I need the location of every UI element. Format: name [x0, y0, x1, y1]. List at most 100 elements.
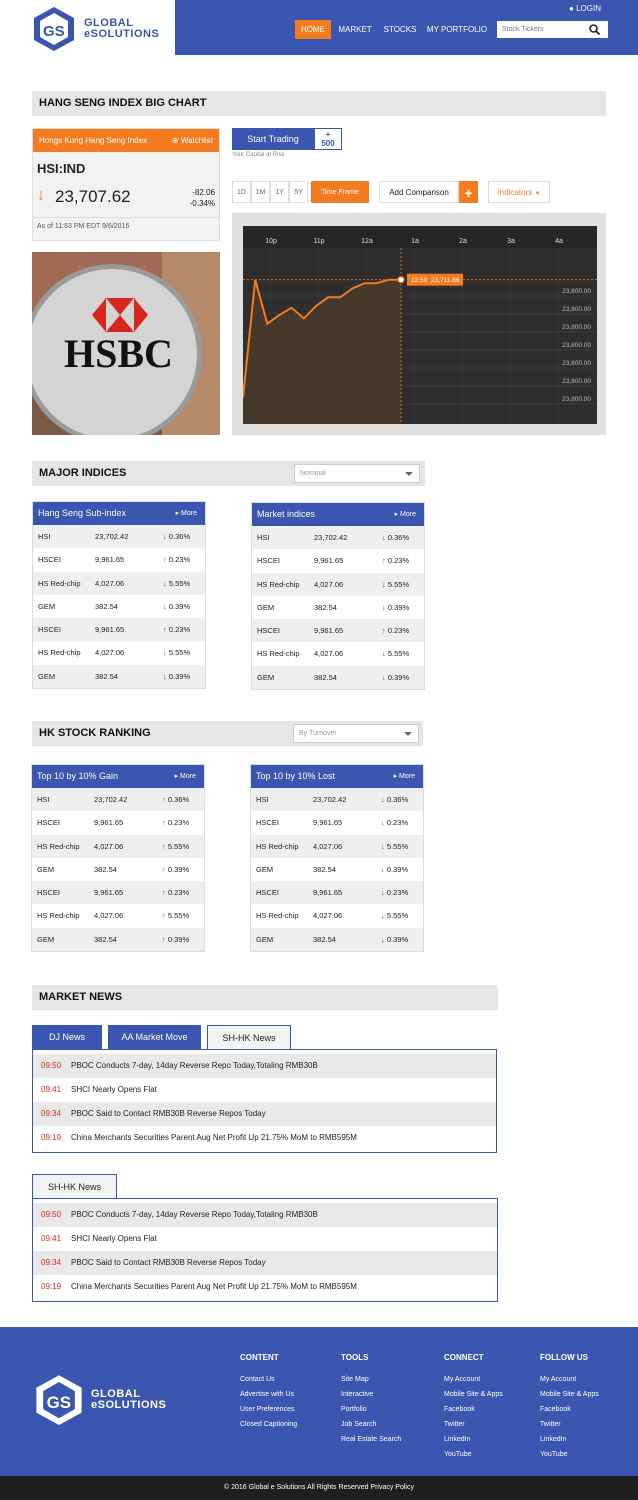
footer-link[interactable]: Job Search: [341, 1417, 401, 1432]
news-headline[interactable]: PBOC Said to Contact RMB30B Reverse Repo…: [71, 1251, 266, 1275]
timeframe-5y[interactable]: 5Y: [289, 181, 308, 203]
footer-link[interactable]: My Account: [540, 1372, 599, 1387]
search-icon[interactable]: [589, 24, 600, 35]
table-row[interactable]: HS Red-chip 4,027.06 ↓ 5.55%: [252, 642, 424, 665]
footer-link[interactable]: Closed Captioning: [240, 1417, 297, 1432]
timeframe-1y[interactable]: 1Y: [270, 181, 289, 203]
footer-link[interactable]: YouTube: [444, 1447, 503, 1462]
news-headline[interactable]: China Merchants Securities Parent Aug Ne…: [71, 1126, 357, 1150]
table-row[interactable]: GEM 382.54 ↑ 0.39%: [32, 858, 204, 881]
login-link[interactable]: ● LOGIN: [569, 4, 601, 13]
table-row[interactable]: HSI 23,702.42 ↓ 0.36%: [251, 788, 423, 812]
search-input[interactable]: [497, 21, 587, 38]
nav-stocks[interactable]: STOCKS: [380, 20, 420, 39]
news-item[interactable]: 09:50 PBOC Conducts 7-day, 14day Reverse …: [33, 1203, 497, 1227]
news-item[interactable]: 09:50 PBOC Conducts 7-day, 14day Reverse …: [33, 1054, 496, 1078]
footer-link[interactable]: LinkedIn: [540, 1432, 599, 1447]
table-row[interactable]: HSI 23,702.42 ↓ 0.36%: [252, 526, 424, 550]
table-row[interactable]: GEM 382.54 ↓ 0.39%: [251, 858, 423, 881]
news-item[interactable]: 09:34 PBOC Said to Contact RMB30B Reverse…: [33, 1102, 496, 1126]
watchlist-button[interactable]: ⊕ Watchlist: [172, 129, 213, 152]
news-item[interactable]: 09:41 SHCI Nearly Opens Flat: [33, 1078, 496, 1102]
footer-link[interactable]: Mobile Site & Apps: [444, 1387, 503, 1402]
table-row[interactable]: HSI 23,702.42 ↓ 0.36%: [33, 525, 205, 549]
news-headline[interactable]: PBOC Said to Contact RMB30B Reverse Repo…: [71, 1102, 266, 1126]
table-row[interactable]: HSI 23,702.42 ↑ 0.36%: [32, 788, 204, 812]
nav-market[interactable]: MARKET: [335, 20, 375, 39]
timeframe-1m[interactable]: 1M: [251, 181, 270, 203]
news-headline[interactable]: PBOC Conducts 7-day, 14day Reverse Repo …: [71, 1054, 318, 1078]
table-row[interactable]: HS Red-chip 4,027.06 ↑ 5.55%: [32, 834, 204, 858]
footer-link[interactable]: LinkedIn: [444, 1432, 503, 1447]
price-chart[interactable]: 10p 11p 12a 1a 2a 3a 4a 23,800.00 23,800.00 23,80…: [242, 226, 597, 424]
plus-500-badge[interactable]: + 500: [314, 128, 342, 150]
footer-link[interactable]: Facebook: [444, 1402, 503, 1417]
table-row[interactable]: HS Red-chip 4,027.06 ↓ 5.55%: [251, 904, 423, 927]
logo-area[interactable]: GS e GLOBAL eSOLUTIONS: [0, 0, 175, 55]
footer-link[interactable]: Real Estate Search: [341, 1432, 401, 1447]
news-headline[interactable]: SHCI Nearly Opens Flat: [71, 1078, 157, 1102]
table-row[interactable]: HSCEI 9,961.65 ↑ 0.23%: [252, 549, 424, 572]
tab-sh-hk-news-2[interactable]: SH-HK News: [32, 1174, 117, 1198]
footer-link[interactable]: User Preferences: [240, 1402, 297, 1417]
time-frame-button[interactable]: Time Frame: [311, 181, 369, 203]
tab-aa-market-move[interactable]: AA Market Move: [108, 1025, 201, 1049]
footer-link[interactable]: Portfolio: [341, 1402, 401, 1417]
table-row[interactable]: GEM 382.54 ↓ 0.39%: [33, 664, 205, 689]
footer-link[interactable]: Mobile Site & Apps: [540, 1387, 599, 1402]
footer-link[interactable]: Site Map: [341, 1372, 401, 1387]
footer-logo-icon[interactable]: GS: [33, 1373, 85, 1425]
table-row[interactable]: GEM 382.54 ↓ 0.39%: [33, 595, 205, 618]
table-row[interactable]: GEM 382.54 ↑ 0.39%: [32, 927, 204, 952]
indicators-dropdown[interactable]: Indicators ▼: [488, 181, 550, 203]
footer-link[interactable]: Contact Us: [240, 1372, 297, 1387]
footer-link[interactable]: Interactive: [341, 1387, 401, 1402]
table-row[interactable]: HSCEI 9,961.65 ↑ 0.23%: [32, 881, 204, 905]
table-row[interactable]: GEM 382.54 ↓ 0.39%: [251, 927, 423, 952]
footer-link[interactable]: Twitter: [444, 1417, 503, 1432]
footer-link[interactable]: Twitter: [540, 1417, 599, 1432]
table-row[interactable]: HSCEI 9,961.65 ↑ 0.23%: [32, 811, 204, 834]
table-row[interactable]: HSCEI 9,961.65 ↓ 0.23%: [251, 811, 423, 834]
more-link[interactable]: ▸ More: [394, 765, 415, 788]
table-row[interactable]: GEM 382.54 ↓ 0.39%: [252, 665, 424, 690]
chart-plot[interactable]: 10p 11p 12a 1a 2a 3a 4a 23,800.00 23,800.00 23,80…: [242, 226, 597, 424]
table-row[interactable]: HSCEI 9,961.65 ↑ 0.23%: [252, 619, 424, 643]
turnover-select[interactable]: By Turnover: [293, 724, 419, 743]
add-comparison-plus-icon[interactable]: +: [459, 181, 478, 203]
table-row[interactable]: HSCEI 9,961.65 ↑ 0.23%: [33, 548, 205, 571]
table-row[interactable]: HS Red-chip 4,027.06 ↓ 5.55%: [251, 834, 423, 858]
arrow-down-icon: ↓: [382, 672, 386, 682]
news-item[interactable]: 09:34 PBOC Said to Contact RMB30B Reverse…: [33, 1251, 497, 1275]
nav-home[interactable]: HOME: [295, 20, 331, 39]
nominal-select[interactable]: Nominal: [294, 464, 420, 483]
news-headline[interactable]: China Merchants Securities Parent Aug Ne…: [71, 1275, 357, 1299]
start-trading-button[interactable]: Start Trading: [232, 128, 314, 150]
tab-dj-news[interactable]: DJ News: [32, 1025, 102, 1049]
more-link[interactable]: ▸ More: [175, 765, 196, 788]
table-row[interactable]: HS Red-chip 4,027.06 ↓ 5.55%: [33, 571, 205, 595]
timeframe-1d[interactable]: 1D: [232, 181, 251, 203]
more-link[interactable]: ▸ More: [395, 503, 416, 526]
table-row[interactable]: HS Red-chip 4,027.06 ↓ 5.55%: [33, 641, 205, 664]
footer-link[interactable]: Advertise with Us: [240, 1387, 297, 1402]
news-item[interactable]: 09:19 China Merchants Securities Parent A…: [33, 1126, 496, 1150]
news-item[interactable]: 09:41 SHCI Nearly Opens Flat: [33, 1227, 497, 1251]
arrow-down-icon: ↓: [163, 648, 167, 658]
table-row[interactable]: HSCEI 9,961.65 ↑ 0.23%: [33, 618, 205, 642]
tab-sh-hk-news[interactable]: SH-HK News: [207, 1025, 291, 1049]
nav-my-portfolio[interactable]: MY PORTFOLIO: [425, 20, 489, 39]
table-row[interactable]: HSCEI 9,961.65 ↓ 0.23%: [251, 881, 423, 905]
table-row[interactable]: HS Red-chip 4,027.06 ↓ 5.55%: [252, 572, 424, 596]
table-row[interactable]: GEM 382.54 ↓ 0.39%: [252, 596, 424, 619]
more-link[interactable]: ▸ More: [176, 502, 197, 525]
news-item[interactable]: 09:19 China Merchants Securities Parent A…: [33, 1275, 497, 1299]
footer-link[interactable]: YouTube: [540, 1447, 599, 1462]
table-row[interactable]: HS Red-chip 4,027.06 ↑ 5.55%: [32, 904, 204, 927]
row-value: 4,027.06: [313, 841, 343, 851]
footer-link[interactable]: Facebook: [540, 1402, 599, 1417]
news-headline[interactable]: SHCI Nearly Opens Flat: [71, 1227, 157, 1251]
add-comparison-button[interactable]: Add Comparison: [379, 181, 459, 203]
footer-link[interactable]: My Account: [444, 1372, 503, 1387]
news-headline[interactable]: PBOC Conducts 7-day, 14day Reverse Repo …: [71, 1203, 318, 1227]
